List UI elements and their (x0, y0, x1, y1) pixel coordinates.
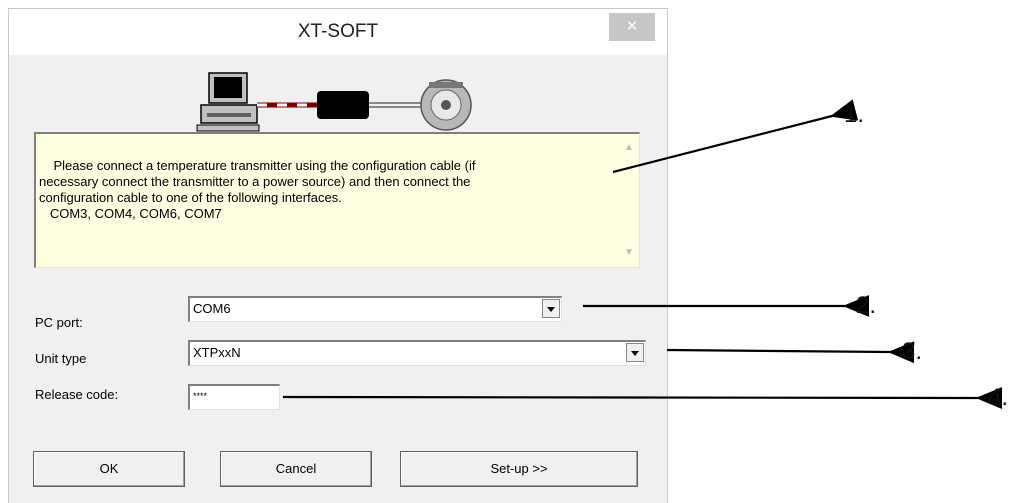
callout-3-label: 3. (902, 338, 923, 365)
callout-arrow-3 (666, 341, 915, 364)
callout-arrow-4 (282, 387, 1003, 410)
annotation-arrows (282, 99, 1003, 410)
callout-4-label: 4. (988, 384, 1009, 411)
callout-arrow-1 (612, 99, 859, 174)
callout-2-label: 2. (856, 292, 877, 319)
callout-1-label: 1. (844, 101, 865, 128)
